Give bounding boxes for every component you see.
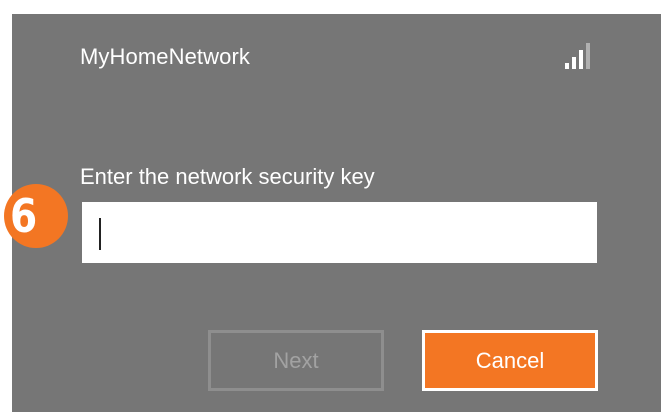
next-button[interactable]: Next	[208, 330, 384, 391]
network-name: MyHomeNetwork	[80, 44, 250, 69]
step-number: 6	[10, 189, 38, 243]
cancel-button-label: Cancel	[475, 347, 545, 373]
cancel-button[interactable]: Cancel	[422, 330, 598, 391]
security-key-label: Enter the network security key	[80, 164, 375, 189]
wifi-signal-bars-icon	[563, 41, 597, 71]
next-button-label: Next	[273, 347, 319, 373]
text-caret	[99, 218, 101, 250]
wifi-connect-panel: MyHomeNetwork Enter the network security…	[12, 14, 661, 412]
security-key-input[interactable]	[82, 202, 597, 263]
